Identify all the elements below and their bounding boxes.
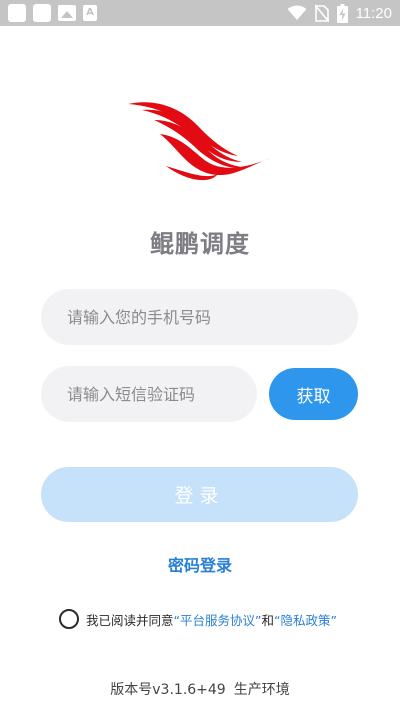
environment-label: 生产环境 [233,682,290,698]
notification-icon [33,4,51,22]
wifi-icon [287,5,307,20]
agreement-prefix: 我已阅读并同意 [86,612,174,628]
battery-charging-icon [336,3,348,23]
login-button[interactable]: 登录 [41,467,358,522]
status-bar-system: 11:20 [287,3,392,23]
font-a-icon: A [83,5,97,21]
version-info: 版本号v3.1.6+49 生产环境 [0,679,400,699]
no-sim-icon [314,4,329,22]
get-code-button[interactable]: 获取 [269,368,358,420]
status-bar-notifications: A [8,4,97,22]
clock: 11:20 [355,4,392,22]
sms-code-input[interactable] [41,366,257,422]
image-icon [58,5,76,21]
version-label: 版本号v3.1.6+49 [110,682,226,698]
service-agreement-link[interactable]: “平台服务协议” [174,610,262,629]
app-logo [128,102,271,181]
phone-number-input[interactable] [41,289,358,345]
status-bar: A 11:20 [0,0,400,26]
password-login-link[interactable]: 密码登录 [0,552,400,576]
app-title: 鲲鹏调度 [150,230,250,258]
agreement-conjunction: 和 [261,612,274,628]
notification-icon [8,4,26,22]
privacy-policy-link[interactable]: “隐私政策” [274,610,337,629]
agreement-row: 我已阅读并同意 “平台服务协议” 和 “隐私政策” [59,608,337,630]
agreement-checkbox[interactable] [59,609,79,629]
login-screen: A 11:20 鲲鹏调度 请输入您的手机号码 请输入短信验证码 获取 登录 密码… [0,0,400,711]
